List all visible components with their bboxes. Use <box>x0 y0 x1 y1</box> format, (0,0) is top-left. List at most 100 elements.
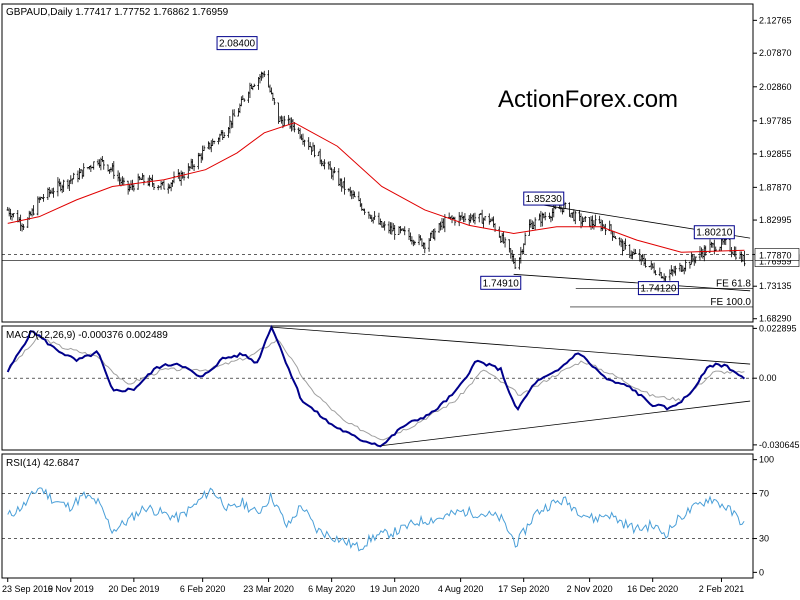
price-bar <box>278 116 282 122</box>
price-bar <box>681 265 684 272</box>
price-y-tick-label: 2.12765 <box>759 15 792 25</box>
price-bar <box>201 145 204 161</box>
price-bar <box>379 218 382 226</box>
price-bar <box>327 161 330 170</box>
price-bar <box>691 253 695 263</box>
price-bar <box>614 236 617 240</box>
price-bar <box>382 222 385 228</box>
price-bar <box>671 269 674 277</box>
price-bar <box>619 238 623 248</box>
price-bar <box>42 193 45 202</box>
macd-panel-frame <box>1 325 754 451</box>
price-bar <box>9 208 12 220</box>
price-bar <box>72 172 75 180</box>
price-bar <box>422 242 425 249</box>
price-bar <box>231 109 234 128</box>
price-bar <box>141 173 144 180</box>
price-bar <box>330 167 333 179</box>
macd-signal-line <box>7 335 745 441</box>
price-bar <box>701 248 705 259</box>
price-bar <box>191 159 194 170</box>
price-bar <box>370 214 373 223</box>
price-bar <box>640 255 643 266</box>
price-bar <box>78 168 81 180</box>
price-bar <box>584 216 587 223</box>
price-bar <box>488 213 491 225</box>
price-bar <box>470 214 474 221</box>
price-bar <box>460 211 464 220</box>
moving-average-line <box>7 122 745 253</box>
price-bar <box>291 119 295 131</box>
price-bar <box>518 257 521 270</box>
x-axis-tick-label: 17 Sep 2020 <box>498 584 549 594</box>
price-bar <box>162 180 166 190</box>
price-bar <box>66 179 70 189</box>
price-bar <box>168 184 171 189</box>
x-axis-tick-label: 6 Nov 2019 <box>48 584 94 594</box>
price-bar <box>713 239 716 255</box>
price-bar <box>126 180 130 195</box>
fibonacci-label: FE 61.8 <box>716 278 751 289</box>
price-bar <box>588 217 591 228</box>
price-bar <box>423 242 426 254</box>
price-bar <box>343 177 346 195</box>
price-bar <box>19 214 22 231</box>
price-bar <box>542 213 545 219</box>
price-y-tick-label: 2.02860 <box>759 82 792 92</box>
x-axis-tick-label: 2 Nov 2020 <box>567 584 613 594</box>
price-bar <box>157 184 160 191</box>
price-bar <box>417 234 421 246</box>
price-bar <box>624 238 627 250</box>
price-bar <box>207 141 210 150</box>
price-bar <box>318 148 322 165</box>
x-axis-tick-label: 19 Jun 2020 <box>370 584 420 594</box>
price-bar <box>611 230 614 241</box>
price-bar <box>320 159 323 167</box>
price-bar <box>432 228 435 239</box>
price-bar <box>551 208 554 221</box>
price-annotation-label: 1.74120 <box>640 284 677 295</box>
price-y-tick-label: 1.82995 <box>759 215 792 225</box>
price-bar <box>96 159 100 166</box>
price-bar <box>339 178 342 187</box>
price-bar <box>490 217 494 222</box>
price-bar <box>118 172 121 185</box>
price-bar <box>68 180 71 192</box>
price-bar <box>383 221 386 231</box>
price-bar <box>321 161 325 167</box>
price-bar <box>240 96 243 107</box>
price-bar <box>12 213 15 218</box>
price-bar <box>267 70 270 88</box>
price-bar <box>730 246 733 258</box>
price-bar <box>16 210 19 223</box>
price-bar <box>273 98 276 106</box>
price-annotation-label: 1.85230 <box>526 194 563 205</box>
price-panel-frame <box>1 3 754 323</box>
price-bar <box>668 269 672 281</box>
price-bar <box>280 115 283 124</box>
price-bar <box>403 226 406 236</box>
price-bar <box>604 223 607 236</box>
price-bar <box>92 161 95 170</box>
price-bar <box>531 220 534 230</box>
macd-line <box>6 324 746 448</box>
x-axis-tick-label: 20 Dec 2019 <box>108 584 159 594</box>
price-bar <box>243 98 246 102</box>
price-bar <box>359 198 362 208</box>
price-bar <box>579 213 583 229</box>
price-bar <box>572 209 576 222</box>
price-bar <box>592 220 596 230</box>
price-bar <box>644 258 647 268</box>
price-bar <box>283 115 286 127</box>
price-bar <box>539 210 543 227</box>
price-annotation-label: 1.80210 <box>696 228 733 239</box>
price-bar <box>300 134 303 141</box>
price-bar <box>248 82 252 99</box>
chart-window: ActionForex.com 1.68290 1.73135 1.77870 1.82… <box>0 0 800 600</box>
chart-canvas: ActionForex.com 1.68290 1.73135 1.77870 1.82… <box>1 3 800 594</box>
rsi-y-tick-label: 0 <box>759 567 764 577</box>
price-bar <box>271 92 275 101</box>
rsi-line <box>7 487 745 552</box>
price-bar <box>340 178 343 192</box>
price-bar <box>307 137 310 150</box>
